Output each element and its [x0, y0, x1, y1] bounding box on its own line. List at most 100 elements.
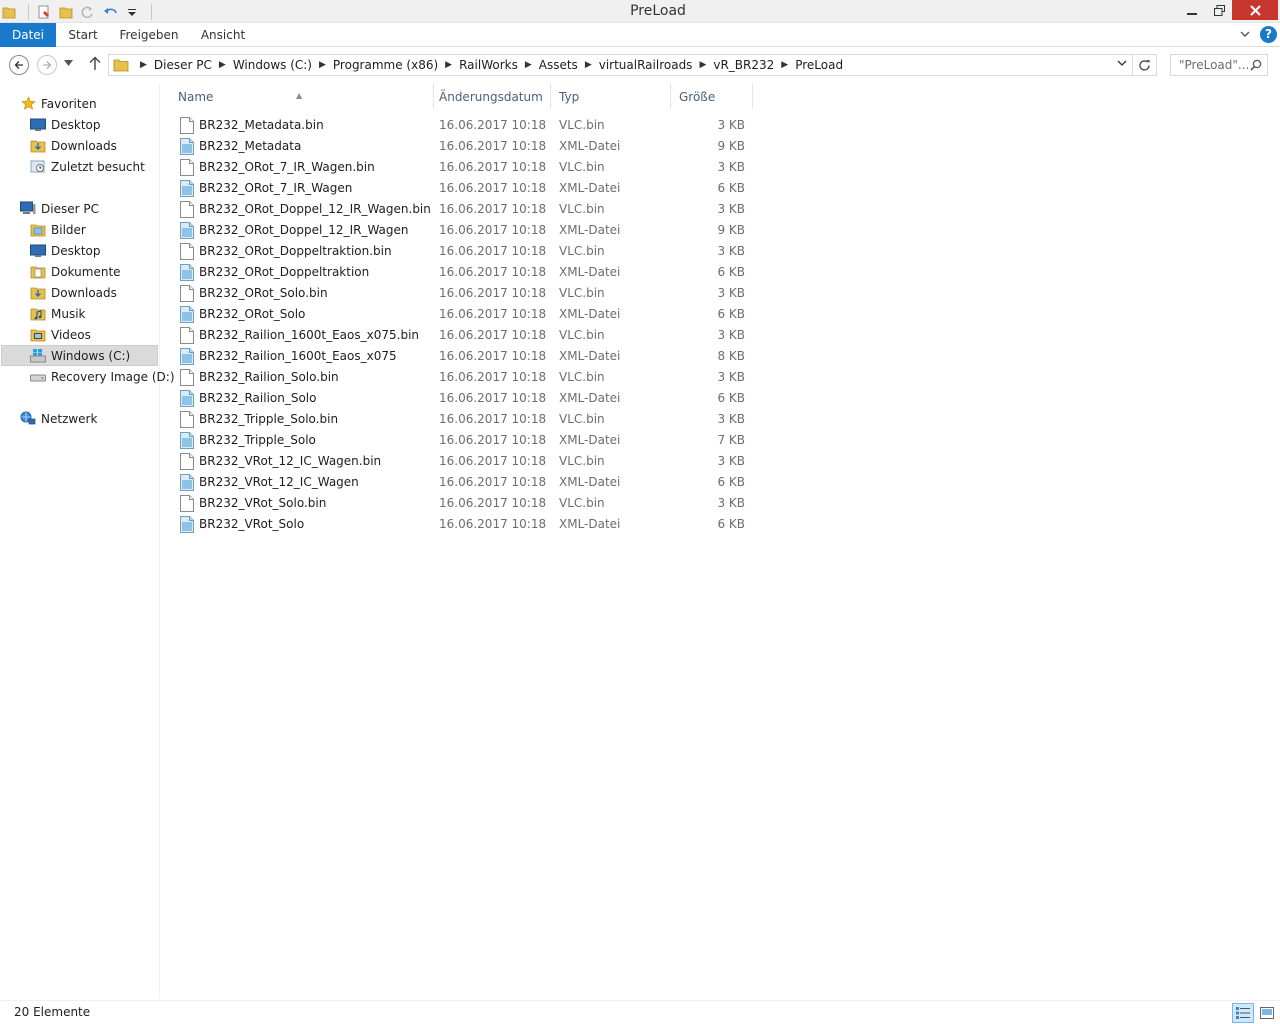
chevron-right-icon[interactable]: ▶	[140, 60, 147, 70]
sidebar-item-this-pc[interactable]: Dieser PC	[20, 198, 99, 219]
help-icon[interactable]: ?	[1260, 26, 1277, 43]
sidebar-item-videos[interactable]: Videos	[30, 324, 91, 345]
sidebar-item-documents[interactable]: Dokumente	[30, 261, 121, 282]
file-row[interactable]: BR232_VRot_Solo 16.06.2017 10:18 XML-Datei…	[160, 514, 1280, 535]
blank-file-icon	[180, 201, 194, 218]
file-row[interactable]: BR232_ORot_Doppel_12_IR_Wagen 16.06.2017 …	[160, 220, 1280, 241]
chevron-down-icon[interactable]	[1117, 59, 1127, 70]
sidebar-item-label: Recovery Image (D:)	[51, 369, 175, 384]
tab-share[interactable]: Freigeben	[116, 23, 182, 47]
file-row[interactable]: BR232_VRot_12_IC_Wagen 16.06.2017 10:18 XM…	[160, 472, 1280, 493]
file-row[interactable]: BR232_Railion_1600t_Eaos_x075.bin 16.06.2…	[160, 325, 1280, 346]
details-view-button[interactable]	[1232, 1003, 1254, 1023]
refresh-button[interactable]	[1133, 54, 1157, 76]
file-row[interactable]: BR232_ORot_Doppeltraktion.bin 16.06.2017 …	[160, 241, 1280, 262]
sidebar-item-favorites[interactable]: Favoriten	[20, 93, 97, 114]
breadcrumb-windows-c[interactable]: Windows (C:)	[233, 58, 312, 72]
sidebar-item-pictures[interactable]: Bilder	[30, 219, 86, 240]
file-type: VLC.bin	[559, 286, 605, 300]
file-row[interactable]: BR232_ORot_Solo 16.06.2017 10:18 XML-Datei…	[160, 304, 1280, 325]
file-row[interactable]: BR232_Tripple_Solo.bin 16.06.2017 10:18 VL…	[160, 409, 1280, 430]
sidebar-item-desktop[interactable]: Desktop	[30, 114, 101, 135]
sidebar-item-label: Bilder	[51, 222, 86, 237]
computer-icon	[20, 201, 36, 217]
file-size: 3 KB	[717, 202, 745, 216]
file-row[interactable]: BR232_Metadata.bin 16.06.2017 10:18 VLC.bi…	[160, 115, 1280, 136]
file-row[interactable]: BR232_Railion_1600t_Eaos_x075 16.06.2017 …	[160, 346, 1280, 367]
breadcrumb-assets[interactable]: Assets	[539, 58, 578, 72]
sidebar-item-downloads-pc[interactable]: Downloads	[30, 282, 117, 303]
file-size: 6 KB	[717, 391, 745, 405]
tab-file[interactable]: Datei	[0, 23, 56, 47]
back-button[interactable]	[9, 55, 29, 75]
file-size: 3 KB	[717, 286, 745, 300]
file-type: VLC.bin	[559, 370, 605, 384]
chevron-right-icon[interactable]: ▶	[699, 60, 706, 70]
search-icon[interactable]	[1250, 59, 1262, 71]
file-row[interactable]: BR232_Metadata 16.06.2017 10:18 XML-Datei 9…	[160, 136, 1280, 157]
file-row[interactable]: BR232_ORot_7_IR_Wagen.bin 16.06.2017 10:1…	[160, 157, 1280, 178]
close-button[interactable]	[1232, 0, 1278, 20]
chevron-right-icon[interactable]: ▶	[445, 60, 452, 70]
chevron-right-icon[interactable]: ▶	[319, 60, 326, 70]
sidebar-item-label: Desktop	[51, 243, 101, 258]
file-date: 16.06.2017 10:18	[439, 433, 547, 447]
chevron-right-icon[interactable]: ▶	[219, 60, 226, 70]
file-name: BR232_ORot_Doppeltraktion.bin	[199, 244, 392, 258]
tab-view[interactable]: Ansicht	[196, 23, 250, 47]
expand-ribbon-chevron-icon[interactable]	[1238, 27, 1254, 43]
file-size: 3 KB	[717, 328, 745, 342]
blank-file-icon	[180, 243, 194, 260]
breadcrumb-programme-x86[interactable]: Programme (x86)	[333, 58, 438, 72]
minimize-button[interactable]	[1178, 0, 1206, 20]
file-row[interactable]: BR232_ORot_Doppel_12_IR_Wagen.bin 16.06.2…	[160, 199, 1280, 220]
column-header-date[interactable]: Änderungsdatum	[421, 83, 551, 109]
file-row[interactable]: BR232_ORot_Doppeltraktion 16.06.2017 10:1…	[160, 262, 1280, 283]
breadcrumb-virtualrailroads[interactable]: virtualRailroads	[599, 58, 693, 72]
column-header-size[interactable]: Größe	[661, 83, 753, 109]
sidebar-item-downloads[interactable]: Downloads	[30, 135, 117, 156]
file-row[interactable]: BR232_Railion_Solo 16.06.2017 10:18 XML-Da…	[160, 388, 1280, 409]
sidebar-item-desktop-pc[interactable]: Desktop	[30, 240, 101, 261]
tab-home[interactable]: Start	[62, 23, 104, 47]
breadcrumb-railworks[interactable]: RailWorks	[459, 58, 518, 72]
file-name: BR232_ORot_7_IR_Wagen.bin	[199, 160, 375, 174]
file-row[interactable]: BR232_ORot_Solo.bin 16.06.2017 10:18 VLC.b…	[160, 283, 1280, 304]
sidebar-item-windows-c[interactable]: Windows (C:)	[1, 345, 158, 366]
file-row[interactable]: BR232_ORot_7_IR_Wagen 16.06.2017 10:18 XML…	[160, 178, 1280, 199]
file-row[interactable]: BR232_VRot_12_IC_Wagen.bin 16.06.2017 10:…	[160, 451, 1280, 472]
column-header-label: Typ	[559, 90, 580, 104]
blank-file-icon	[180, 285, 194, 302]
forward-button[interactable]	[37, 55, 57, 75]
sidebar-item-recovery-d[interactable]: Recovery Image (D:)	[30, 366, 175, 387]
column-header-name[interactable]: Name ▲	[160, 83, 434, 109]
address-bar[interactable]: ▶ Dieser PC ▶ Windows (C:) ▶ Programme (…	[108, 54, 1133, 76]
large-icons-view-button[interactable]	[1256, 1003, 1278, 1023]
chevron-right-icon[interactable]: ▶	[585, 60, 592, 70]
drive-icon	[30, 369, 46, 385]
folder-icon	[113, 58, 129, 72]
file-row[interactable]: BR232_VRot_Solo.bin 16.06.2017 10:18 VLC.b…	[160, 493, 1280, 514]
sidebar-item-recent[interactable]: Zuletzt besucht	[30, 156, 145, 177]
file-date: 16.06.2017 10:18	[439, 412, 547, 426]
breadcrumb-this-pc[interactable]: Dieser PC	[154, 58, 212, 72]
recent-locations-chevron-icon[interactable]	[64, 59, 73, 69]
file-type: XML-Datei	[559, 223, 621, 237]
sidebar-item-music[interactable]: Musik	[30, 303, 86, 324]
sidebar-item-network[interactable]: Netzwerk	[20, 408, 97, 429]
breadcrumb-preload[interactable]: PreLoad	[795, 58, 843, 72]
xml-file-icon	[180, 474, 194, 491]
breadcrumb-vr-br232[interactable]: vR_BR232	[713, 58, 774, 72]
recent-places-icon	[30, 159, 46, 175]
file-row[interactable]: BR232_Tripple_Solo 16.06.2017 10:18 XML-Da…	[160, 430, 1280, 451]
chevron-right-icon[interactable]: ▶	[525, 60, 532, 70]
chevron-right-icon[interactable]: ▶	[781, 60, 788, 70]
up-arrow-icon[interactable]	[86, 55, 104, 75]
search-input[interactable]: "PreLoad"...	[1170, 54, 1268, 76]
xml-file-icon	[180, 180, 194, 197]
file-size: 6 KB	[717, 181, 745, 195]
column-header-type[interactable]: Typ	[541, 83, 671, 109]
file-row[interactable]: BR232_Railion_Solo.bin 16.06.2017 10:18 VL…	[160, 367, 1280, 388]
restore-button[interactable]	[1206, 0, 1232, 20]
sidebar-item-label: Videos	[51, 327, 91, 342]
